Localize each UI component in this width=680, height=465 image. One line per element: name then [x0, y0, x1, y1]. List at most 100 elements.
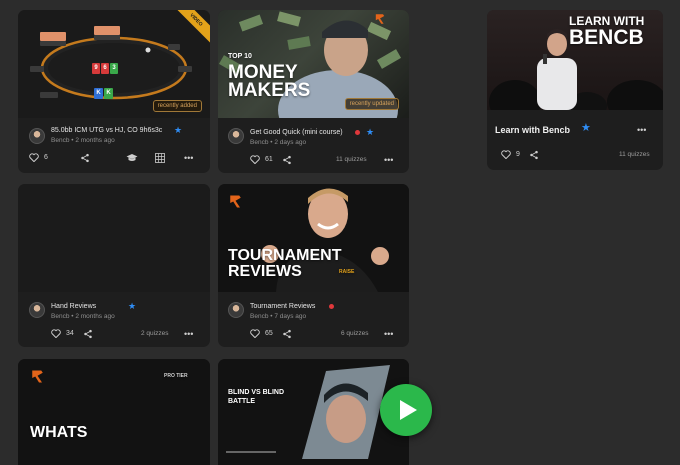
like-count: 34: [65, 330, 74, 338]
thumb-title-line2: MAKERS: [228, 80, 311, 101]
thumb-title-line2: BENCB: [569, 26, 644, 49]
more-icon[interactable]: •••: [384, 330, 393, 339]
hole-cards: K K: [94, 88, 113, 99]
like-count: 9: [515, 151, 520, 159]
hand-reviews-thumbnail[interactable]: [18, 184, 210, 292]
card-actions: 65 6 quizzes •••: [218, 329, 409, 341]
tournament-reviews-thumbnail[interactable]: RAISE TOURNAMENT REVIEWS: [218, 184, 409, 292]
avatar[interactable]: [228, 302, 244, 318]
like-count: 61: [264, 156, 273, 164]
play-button[interactable]: [380, 384, 432, 436]
star-icon[interactable]: ★: [581, 123, 591, 134]
like-button[interactable]: 65: [250, 329, 273, 339]
new-dot-indicator: [329, 304, 334, 309]
share-icon: [84, 329, 92, 339]
card-subtitle: Bencb • 2 months ago: [51, 313, 115, 320]
recently-updated-badge: recently updated: [344, 98, 399, 110]
course-card-whats-new[interactable]: PRO TIER WHATS: [18, 359, 210, 465]
card-title[interactable]: Hand Reviews: [51, 303, 96, 310]
card-actions: 61 11 quizzes •••: [218, 155, 409, 167]
card-title[interactable]: Get Good Quick (mini course): [250, 129, 343, 136]
star-icon[interactable]: ★: [366, 128, 374, 137]
share-icon: [530, 150, 538, 160]
course-card-tournament-reviews[interactable]: RAISE TOURNAMENT REVIEWS Tournament Revi…: [218, 184, 409, 347]
like-count: 65: [264, 330, 273, 338]
card-subtitle: Bencb • 2 days ago: [250, 139, 307, 146]
brand-logo-icon: [228, 194, 243, 214]
avatar[interactable]: [29, 302, 45, 318]
quiz-count: 11 quizzes: [336, 156, 367, 163]
course-card-hand-reviews[interactable]: Hand Reviews ★ Bencb • 2 months ago 34 2…: [18, 184, 210, 347]
new-dot-indicator: [355, 130, 360, 135]
seat-top-right: [94, 26, 120, 35]
seat-bottom-right: [168, 44, 180, 50]
share-icon: [283, 155, 291, 165]
star-icon[interactable]: ★: [174, 126, 182, 135]
heart-icon: [501, 150, 511, 159]
card-title[interactable]: Tournament Reviews: [250, 303, 315, 310]
share-button[interactable]: [80, 153, 90, 164]
thumb-title-line1: BLIND VS BLIND: [228, 389, 284, 396]
poker-table-thumbnail[interactable]: 9 6 3 K K VIDEO recently added: [18, 10, 210, 118]
share-button[interactable]: [83, 329, 93, 340]
thumb-title-line2: BATTLE: [228, 398, 256, 405]
seat-right: [178, 66, 192, 72]
graduation-cap-icon: [126, 154, 138, 161]
shirt-logo-text: RAISE: [339, 269, 355, 275]
money-makers-thumbnail[interactable]: TOP 10 MONEY MAKERS recently updated: [218, 10, 409, 118]
course-card-icm-spot[interactable]: 9 6 3 K K VIDEO recently added 85.0bb IC…: [18, 10, 210, 173]
seat-left: [30, 66, 44, 72]
card-title[interactable]: 85.0bb ICM UTG vs HJ, CO 9h6s3c: [51, 127, 162, 134]
heart-icon: [250, 155, 260, 164]
avatar[interactable]: [228, 128, 244, 144]
card-actions: 34 2 quizzes •••: [18, 329, 210, 341]
card-subtitle: Bencb • 2 months ago: [51, 137, 115, 144]
avatar[interactable]: [29, 128, 45, 144]
like-count: 6: [43, 154, 48, 162]
thumb-title-line1: WHATS: [30, 424, 88, 441]
card-title[interactable]: Learn with Bencb: [495, 125, 570, 135]
board-card: 3: [110, 63, 118, 74]
seat-top-left-label: [40, 41, 66, 46]
share-icon: [81, 153, 89, 163]
hole-card: K: [94, 88, 103, 99]
share-button[interactable]: [282, 155, 292, 166]
grid-icon: [155, 153, 165, 163]
grid-button[interactable]: [155, 153, 165, 164]
more-icon[interactable]: •••: [184, 154, 193, 163]
study-button[interactable]: [126, 153, 138, 164]
board-cards: 9 6 3: [92, 63, 118, 74]
learn-with-bencb-thumbnail[interactable]: LEARN WITH BENCB: [487, 10, 663, 110]
more-icon[interactable]: •••: [637, 126, 646, 135]
like-button[interactable]: 9: [501, 150, 520, 160]
brand-logo-icon: [30, 369, 45, 389]
seat-bottom-left: [40, 92, 58, 98]
board-card: 9: [92, 63, 100, 74]
thumb-small-text: TOP 10: [228, 53, 252, 60]
pro-tier-label: PRO TIER: [164, 373, 188, 379]
share-button[interactable]: [529, 150, 539, 161]
board-card: 6: [101, 63, 109, 74]
star-icon[interactable]: ★: [128, 302, 136, 311]
heart-icon: [250, 329, 260, 338]
seat-top-right-label: [94, 35, 120, 40]
share-button[interactable]: [282, 329, 292, 340]
like-button[interactable]: 61: [250, 155, 273, 165]
like-button[interactable]: 34: [51, 329, 74, 339]
more-icon[interactable]: •••: [184, 330, 193, 339]
course-card-get-good-quick[interactable]: TOP 10 MONEY MAKERS recently updated Get…: [218, 10, 409, 173]
quiz-count: 11 quizzes: [619, 151, 650, 158]
quiz-count: 2 quizzes: [141, 330, 169, 337]
card-actions: 6 •••: [18, 153, 210, 165]
recently-added-badge: recently added: [152, 100, 202, 112]
course-card-learn-with-bencb[interactable]: LEARN WITH BENCB Learn with Bencb ★ ••• …: [487, 10, 663, 170]
seat-top-left: [40, 32, 66, 41]
thumb-title-line1: TOURNAMENT: [228, 247, 342, 264]
heart-icon: [51, 329, 61, 338]
whats-new-thumbnail[interactable]: PRO TIER WHATS: [18, 359, 210, 465]
more-icon[interactable]: •••: [384, 156, 393, 165]
card-subtitle: Bencb • 7 days ago: [250, 313, 307, 320]
like-button[interactable]: 6: [29, 153, 48, 163]
heart-icon: [29, 153, 39, 162]
card-actions: 9 11 quizzes: [487, 150, 663, 162]
